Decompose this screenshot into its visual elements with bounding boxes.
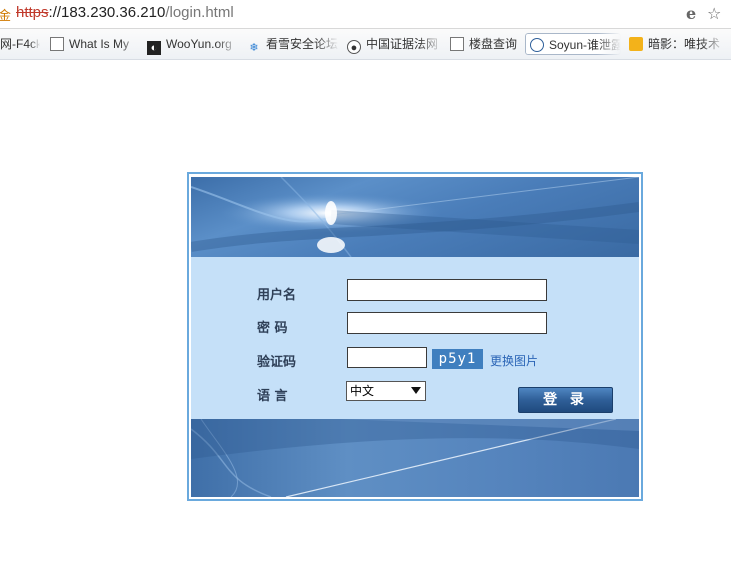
footer-graphic bbox=[191, 419, 639, 497]
bookmarks-bar: 网-F4ck What Is My ◐ WooYun.org ❄ 看雪安全论坛 ● 中… bbox=[0, 29, 731, 60]
bookmark-label: 看雪安全论坛 bbox=[266, 37, 339, 51]
login-panel: 用户名 密 码 验证码 p5y1 更换图片 语 言 中文 登 录 bbox=[187, 172, 643, 501]
url-host: ://183.230.36.210 bbox=[48, 4, 166, 21]
compat-mode-icon[interactable]: e bbox=[686, 4, 696, 23]
bookmark-item[interactable]: What Is My bbox=[50, 33, 142, 55]
url-path: /login.html bbox=[165, 4, 234, 21]
page-icon bbox=[450, 37, 464, 51]
bookmark-item[interactable]: ◐ WooYun.org bbox=[147, 33, 239, 55]
bookmark-label: What Is My bbox=[69, 37, 130, 51]
bookmark-star-icon[interactable]: ☆ bbox=[707, 4, 721, 23]
bookmark-item[interactable]: 楼盘查询 bbox=[450, 33, 522, 55]
bookmark-label: 暗影：唯技术 bbox=[648, 37, 721, 51]
captcha-image[interactable]: p5y1 bbox=[432, 349, 483, 369]
bookmark-label: WooYun.org bbox=[166, 37, 232, 51]
login-form: 用户名 密 码 验证码 p5y1 更换图片 语 言 中文 登 录 bbox=[191, 257, 639, 419]
language-label: 语 言 bbox=[257, 389, 288, 404]
yellow-icon bbox=[629, 37, 643, 51]
snowflake-icon: ❄ bbox=[249, 42, 259, 54]
wooyun-icon: ◐ bbox=[147, 41, 161, 55]
username-label: 用户名 bbox=[257, 288, 297, 303]
bookmark-item-active[interactable]: Soyun-谁泄露 bbox=[525, 33, 621, 55]
login-button[interactable]: 登 录 bbox=[518, 387, 613, 413]
language-selected-value: 中文 bbox=[350, 384, 375, 398]
captcha-label: 验证码 bbox=[257, 355, 297, 370]
bookmark-label: 中国证据法网 bbox=[366, 37, 439, 51]
password-label: 密 码 bbox=[257, 321, 288, 336]
url-text[interactable]: https://183.230.36.210/login.html bbox=[16, 4, 234, 21]
soyun-icon bbox=[530, 38, 544, 52]
bookmark-label: Soyun-谁泄露 bbox=[549, 38, 621, 52]
bookmark-item[interactable]: ● 中国证据法网 bbox=[347, 33, 443, 55]
refresh-captcha-link[interactable]: 更换图片 bbox=[490, 352, 538, 369]
login-footer-graphic bbox=[191, 419, 639, 497]
bookmark-label: 楼盘查询 bbox=[469, 37, 518, 51]
chevron-down-icon bbox=[411, 387, 421, 394]
page-icon bbox=[50, 37, 64, 51]
username-input[interactable] bbox=[347, 279, 547, 301]
bookmark-item[interactable]: ❄ 看雪安全论坛 bbox=[247, 33, 339, 55]
language-select[interactable]: 中文 bbox=[346, 381, 426, 401]
circle-logo-icon: ● bbox=[347, 40, 361, 54]
bookmark-label: 网-F4ck bbox=[0, 37, 40, 51]
url-scheme: https bbox=[16, 4, 49, 21]
captcha-input[interactable] bbox=[347, 347, 427, 368]
address-bar[interactable]: 金 https://183.230.36.210/login.html e ☆ bbox=[0, 0, 731, 29]
bookmark-item[interactable]: 网-F4ck bbox=[0, 33, 40, 55]
bookmark-item[interactable]: 暗影：唯技术 bbox=[629, 33, 725, 55]
password-input[interactable] bbox=[347, 312, 547, 334]
banner-graphic bbox=[191, 177, 639, 257]
login-banner bbox=[191, 177, 639, 257]
site-info-icon[interactable]: 金 bbox=[0, 5, 11, 24]
